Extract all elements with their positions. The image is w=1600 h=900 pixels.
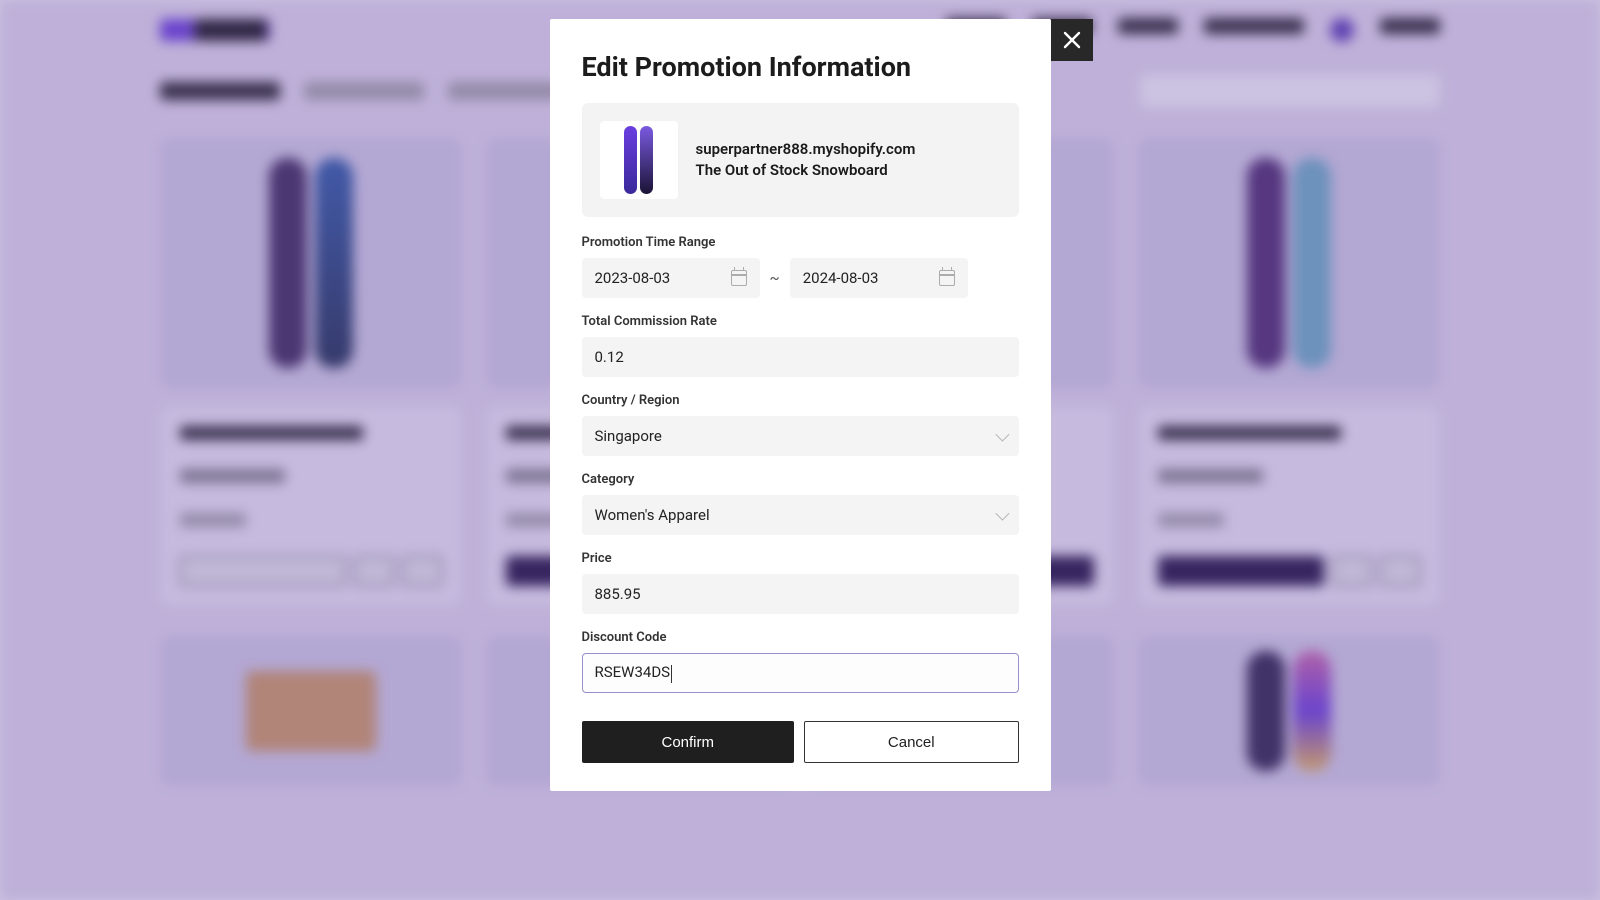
date-separator: ~: [770, 269, 780, 287]
modal-container: Edit Promotion Information superpartner8…: [0, 0, 1600, 900]
chevron-down-icon: [995, 428, 1009, 442]
end-date-input[interactable]: 2024-08-03: [790, 258, 968, 298]
end-date-value: 2024-08-03: [803, 269, 879, 287]
category-value: Women's Apparel: [595, 506, 710, 524]
product-name: The Out of Stock Snowboard: [696, 160, 916, 181]
modal-actions: Confirm Cancel: [582, 721, 1019, 763]
product-domain: superpartner888.myshopify.com: [696, 139, 916, 160]
product-thumbnail: [600, 121, 678, 199]
commission-input[interactable]: 0.12: [582, 337, 1019, 377]
close-icon: [1063, 31, 1081, 49]
edit-promotion-modal: Edit Promotion Information superpartner8…: [550, 19, 1051, 791]
price-label: Price: [582, 551, 1019, 566]
discount-code-label: Discount Code: [582, 630, 1019, 645]
confirm-button[interactable]: Confirm: [582, 721, 795, 763]
chevron-down-icon: [995, 507, 1009, 521]
time-range-label: Promotion Time Range: [582, 235, 1019, 250]
discount-code-input[interactable]: RSEW34DS: [582, 653, 1019, 693]
start-date-value: 2023-08-03: [595, 269, 671, 287]
discount-code-value: RSEW34DS: [595, 663, 671, 681]
cancel-button[interactable]: Cancel: [804, 721, 1019, 763]
modal-title: Edit Promotion Information: [582, 51, 1019, 83]
text-cursor: [671, 665, 672, 683]
commission-value: 0.12: [595, 348, 624, 366]
close-button[interactable]: [1051, 19, 1093, 61]
category-label: Category: [582, 472, 1019, 487]
country-label: Country / Region: [582, 393, 1019, 408]
country-select[interactable]: Singapore: [582, 416, 1019, 456]
price-input[interactable]: 885.95: [582, 574, 1019, 614]
calendar-icon: [939, 270, 955, 286]
commission-label: Total Commission Rate: [582, 314, 1019, 329]
start-date-input[interactable]: 2023-08-03: [582, 258, 760, 298]
country-value: Singapore: [595, 427, 662, 445]
price-value: 885.95: [595, 585, 641, 603]
calendar-icon: [731, 270, 747, 286]
time-range-row: 2023-08-03 ~ 2024-08-03: [582, 258, 1019, 298]
product-summary: superpartner888.myshopify.com The Out of…: [582, 103, 1019, 217]
product-info: superpartner888.myshopify.com The Out of…: [696, 139, 916, 181]
category-select[interactable]: Women's Apparel: [582, 495, 1019, 535]
